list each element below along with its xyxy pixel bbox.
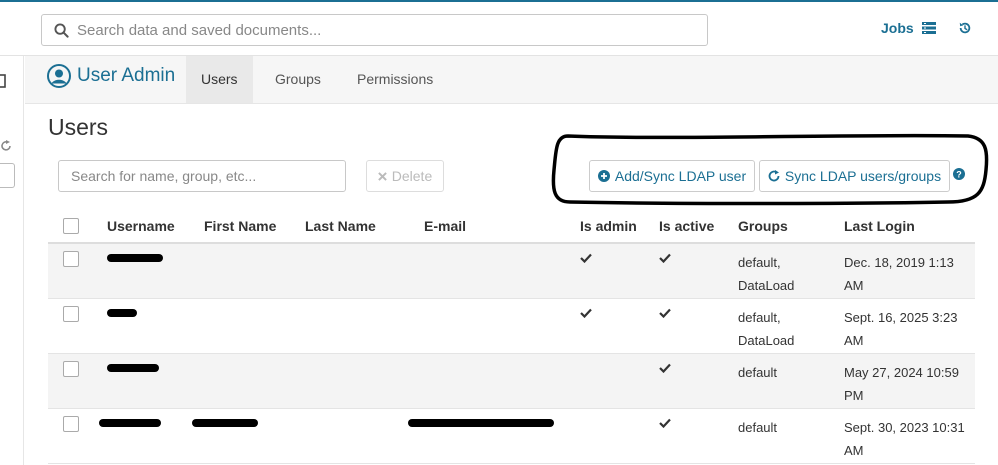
last-name-cell [305,243,424,298]
row-checkbox[interactable] [63,305,79,322]
groups-cell-line: DataLoad [738,278,795,293]
column-header-is-active[interactable]: Is active [659,210,738,244]
check-icon [659,363,671,373]
sync-ldap-users-groups-button[interactable]: Sync LDAP users/groups [759,160,950,192]
table-row: default, DataLoad Dec. 18, 2019 1:13 AM [48,243,975,298]
refresh-icon[interactable] [1,140,11,152]
svg-text:?: ? [956,169,962,179]
email-cell [424,243,580,298]
tab-permissions[interactable]: Permissions [342,56,448,103]
first-name-cell [204,243,305,298]
row-checkbox[interactable] [63,415,79,432]
user-search-input[interactable]: Search for name, group, etc... [58,160,346,192]
delete-label: Delete [391,168,433,184]
column-header-first-name[interactable]: First Name [204,210,305,244]
column-header-username[interactable]: Username [107,210,204,244]
global-search-input[interactable]: Search data and saved documents... [41,14,708,46]
tab-users[interactable]: Users [186,56,253,103]
list-icon [921,22,936,34]
column-header-last-login[interactable]: Last Login [844,210,975,244]
column-header-last-name[interactable]: Last Name [305,210,424,244]
table-row: default May 27, 2024 10:59 PM [48,353,975,408]
table-header-row: Username First Name Last Name E-mail Is … [48,210,975,244]
groups-cell-line: default [738,364,778,380]
redacted-username-link[interactable] [107,363,159,372]
last-login-cell-line: Dec. 18, 2019 1:13 [844,255,954,270]
first-name-cell [204,298,305,353]
groups-cell-line: default, [738,255,781,270]
last-login-cell-line: PM [844,387,864,403]
add-sync-ldap-user-button[interactable]: Add/Sync LDAP user [589,160,755,192]
user-search-placeholder: Search for name, group, etc... [71,168,257,184]
left-sidebar-strip [0,56,24,465]
row-checkbox[interactable] [63,360,79,377]
last-login-cell-line: AM [844,278,864,293]
panel-icon[interactable] [0,74,6,88]
last-login-cell-line: Sept. 16, 2025 3:23 [844,309,958,325]
redacted-first-name [192,418,258,427]
history-icon[interactable] [958,21,972,35]
first-name-cell [204,353,305,408]
page-title: Users [48,114,109,140]
times-icon [377,171,387,181]
jobs-button[interactable]: Jobs [881,20,936,36]
last-name-cell [305,408,424,463]
search-icon [54,22,69,38]
last-name-cell [305,298,424,353]
top-bar: Search data and saved documents... Jobs [0,0,998,56]
email-cell [424,298,580,353]
check-icon [659,253,671,264]
last-login-cell-line: Sept. 30, 2023 10:31 [844,419,965,435]
users-table: Username First Name Last Name E-mail Is … [48,210,975,464]
select-all-checkbox[interactable] [63,217,79,234]
global-search-placeholder: Search data and saved documents... [77,21,322,39]
app-title-text: User Admin [77,65,176,86]
tab-groups[interactable]: Groups [260,56,336,103]
last-login-cell-line: AM [844,442,864,458]
plus-circle-icon [597,170,610,182]
sidebar-input-stub[interactable] [0,163,15,188]
last-name-cell [305,353,424,408]
redacted-username-link[interactable] [99,418,161,427]
last-login-cell-line: AM [844,332,864,348]
groups-cell-line: default [738,419,778,435]
groups-cell-line: default, [738,309,781,325]
column-header-email[interactable]: E-mail [424,210,580,244]
delete-button[interactable]: Delete [366,160,444,192]
check-icon [580,253,592,264]
column-header-groups[interactable]: Groups [738,210,844,244]
column-header-is-admin[interactable]: Is admin [580,210,659,244]
table-row: default Sept. 30, 2023 10:31 AM [48,408,975,463]
redacted-username-link[interactable] [107,308,137,317]
check-icon [659,308,671,318]
email-cell [424,353,580,408]
redacted-email [408,418,554,427]
groups-cell-line: DataLoad [738,332,795,348]
jobs-label: Jobs [881,20,914,36]
admin-subheader: User Admin Users Groups Permissions [25,56,998,104]
sync-ldap-users-groups-label: Sync LDAP users/groups [784,168,942,184]
user-circle-icon [47,64,71,88]
add-sync-ldap-user-label: Add/Sync LDAP user [614,168,747,184]
app-title[interactable]: User Admin [47,64,175,88]
redacted-username-link[interactable] [107,254,163,262]
check-icon [659,418,671,428]
last-login-cell-line: May 27, 2024 10:59 [844,364,959,380]
row-checkbox[interactable] [63,251,79,267]
table-row: default, DataLoad Sept. 16, 2025 3:23 AM [48,298,975,353]
question-circle-icon[interactable]: ? [953,168,965,180]
refresh-icon [768,170,780,182]
check-icon [580,308,592,318]
